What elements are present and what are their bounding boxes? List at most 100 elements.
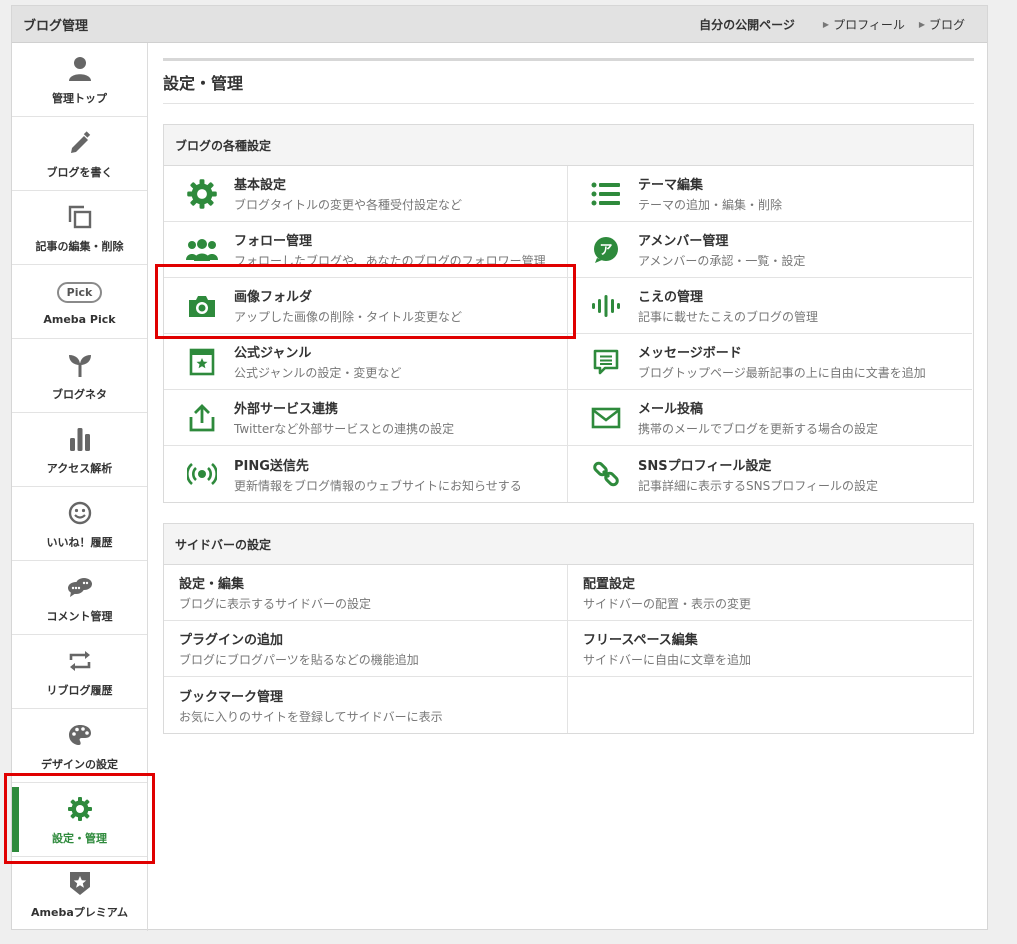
triangle-right-icon: ▶ (918, 19, 925, 29)
premium-star-icon (65, 868, 95, 898)
sidebar-item-label: Amebaプレミアム (31, 906, 128, 919)
share-upload-icon (184, 400, 220, 436)
palette-icon (65, 720, 95, 750)
sidebar-item-like-history[interactable]: いいね！履歴 (12, 487, 147, 561)
sidebar-item-ameba-premium[interactable]: Amebaプレミアム (12, 857, 147, 931)
setting-desc: サイドバーの配置・表示の変更 (583, 597, 752, 611)
main-content: 設定・管理 ブログの各種設定 基本設定ブログタイトルの変更や各種受付設定など テ… (163, 43, 974, 734)
gear-icon (184, 176, 220, 212)
setting-title: 外部サービス連携 (234, 402, 339, 417)
sidebar-item-label: Ameba Pick (43, 313, 116, 326)
sidebar-setting-add-plugin[interactable]: プラグインの追加 ブログにブログパーツを貼るなどの機能追加 (164, 621, 568, 677)
setting-title: SNSプロフィール設定 (638, 458, 772, 474)
sidebar-item-label: ブログネタ (52, 387, 107, 401)
setting-ping[interactable]: PING送信先 更新情報をブログ情報のウェブサイトにお知らせする (164, 446, 568, 502)
setting-desc: ブログタイトルの変更や各種受付設定など (234, 198, 463, 212)
sidebar-item-label: アクセス解析 (46, 461, 113, 475)
setting-message-board[interactable]: メッセージボード ブログトップページ最新記事の上に自由に文書を追加 (568, 334, 972, 390)
top-links: 自分の公開ページ ▶ プロフィール ▶ ブログ (699, 16, 965, 33)
setting-desc: アメンバーの承認・一覧・設定 (638, 254, 806, 268)
empty-cell (568, 677, 972, 733)
setting-title: 公式ジャンル (234, 346, 312, 361)
active-indicator (12, 787, 19, 852)
smile-icon (65, 498, 95, 528)
setting-basic[interactable]: 基本設定ブログタイトルの変更や各種受付設定など (164, 166, 568, 222)
bar-chart-icon (65, 424, 95, 454)
setting-sns-profile[interactable]: SNSプロフィール設定記事詳細に表示するSNSプロフィールの設定 (568, 446, 972, 502)
sidebar-settings-grid: 設定・編集ブログに表示するサイドバーの設定 配置設定サイドバーの配置・表示の変更… (164, 565, 973, 733)
sidebar-item-label: ブログを書く (46, 165, 113, 179)
camera-icon (184, 288, 220, 324)
sidebar-item-label: 管理トップ (52, 91, 107, 105)
sidebar-item-edit-articles[interactable]: 記事の編集・削除 (12, 191, 147, 265)
setting-title: 基本設定 (234, 178, 287, 193)
setting-official-genre[interactable]: 公式ジャンル公式ジャンルの設定・変更など (164, 334, 568, 390)
sidebar-item-access-analysis[interactable]: アクセス解析 (12, 413, 147, 487)
blog-link[interactable]: ▶ ブログ (919, 16, 965, 33)
setting-desc: 携帯のメールでブログを更新する場合の設定 (638, 422, 879, 436)
list-icon (588, 176, 624, 212)
sidebar-item-reblog-history[interactable]: リブログ履歴 (12, 635, 147, 709)
profile-link[interactable]: ▶ プロフィール (823, 16, 905, 33)
setting-follow-manage[interactable]: フォロー管理 フォローしたブログや、あなたのブログのフォロワー管理 (164, 222, 568, 278)
setting-desc: Twitterなど外部サービスとの連携の設定 (234, 422, 455, 436)
setting-title: フリースペース編集 (583, 633, 698, 648)
section-heading: ブログの各種設定 (164, 125, 973, 166)
setting-desc: 記事詳細に表示するSNSプロフィールの設定 (638, 478, 878, 493)
page-title: 設定・管理 (163, 58, 974, 104)
top-bar: ブログ管理 自分の公開ページ ▶ プロフィール ▶ ブログ (12, 6, 987, 43)
sidebar-item-ameba-pick[interactable]: Pick Ameba Pick (12, 265, 147, 339)
setting-amember-manage[interactable]: ア アメンバー管理アメンバーの承認・一覧・設定 (568, 222, 972, 278)
sidebar-item-admin-top[interactable]: 管理トップ (12, 43, 147, 117)
chat-icon (65, 572, 95, 602)
svg-text:ア: ア (599, 243, 612, 258)
sidebar-item-label: コメント管理 (46, 609, 113, 623)
sidebar-item-blog-neta[interactable]: ブログネタ (12, 339, 147, 413)
pick-badge: Pick (56, 281, 103, 303)
sidebar-item-write-blog[interactable]: ブログを書く (12, 117, 147, 191)
setting-title: アメンバー管理 (638, 234, 729, 249)
setting-title: プラグインの追加 (179, 633, 284, 648)
section-heading: サイドバーの設定 (164, 524, 973, 565)
my-page-link[interactable]: 自分の公開ページ (699, 16, 795, 33)
sidebar-item-settings-manage[interactable]: 設定・管理 (12, 783, 147, 857)
setting-title: テーマ編集 (638, 178, 704, 193)
setting-desc: ブログに表示するサイドバーの設定 (179, 597, 372, 611)
sidebar-item-design-settings[interactable]: デザインの設定 (12, 709, 147, 783)
sidebar-setting-layout[interactable]: 配置設定サイドバーの配置・表示の変更 (568, 565, 972, 621)
person-icon (65, 54, 95, 84)
profile-link-label: プロフィール (833, 17, 905, 32)
setting-external-services[interactable]: 外部サービス連携 Twitterなど外部サービスとの連携の設定 (164, 390, 568, 446)
sidebar-setting-bookmark[interactable]: ブックマーク管理 お気に入りのサイトを登録してサイドバーに表示 (164, 677, 568, 733)
setting-image-folder[interactable]: 画像フォルダ アップした画像の削除・タイトル変更など (164, 278, 568, 334)
setting-title: 設定・編集 (179, 577, 245, 592)
setting-title: 配置設定 (583, 577, 636, 592)
setting-title: フォロー管理 (234, 234, 313, 249)
setting-desc: テーマの追加・編集・削除 (638, 198, 783, 212)
link-icon (588, 456, 624, 492)
amember-icon: ア (588, 232, 624, 268)
setting-desc: お気に入りのサイトを登録してサイドバーに表示 (179, 709, 443, 724)
setting-desc: 公式ジャンルの設定・変更など (234, 366, 402, 380)
app-title: ブログ管理 (23, 18, 89, 34)
sidebar-item-label: いいね！履歴 (46, 535, 113, 549)
ping-signal-icon (184, 456, 220, 492)
blog-link-label: ブログ (928, 17, 965, 32)
sidebar-item-comment-manage[interactable]: コメント管理 (12, 561, 147, 635)
voice-wave-icon (588, 288, 624, 324)
sidebar-settings-section: サイドバーの設定 設定・編集ブログに表示するサイドバーの設定 配置設定サイドバー… (163, 523, 974, 734)
sidebar-item-label: リブログ履歴 (46, 683, 113, 697)
sidebar-item-label: デザインの設定 (41, 757, 118, 771)
setting-mail-post[interactable]: メール投稿 携帯のメールでブログを更新する場合の設定 (568, 390, 972, 446)
setting-title: メッセージボード (638, 346, 742, 361)
sidebar-item-label: 設定・管理 (52, 831, 107, 845)
blog-settings-grid: 基本設定ブログタイトルの変更や各種受付設定など テーマ編集テーマの追加・編集・削… (164, 166, 973, 502)
reblog-icon (65, 646, 95, 676)
sidebar-setting-free-space[interactable]: フリースペース編集 サイドバーに自由に文章を追加 (568, 621, 972, 677)
sidebar-setting-edit[interactable]: 設定・編集ブログに表示するサイドバーの設定 (164, 565, 568, 621)
setting-voice-manage[interactable]: こえの管理 記事に載せたこえのブログの管理 (568, 278, 972, 334)
mail-icon (588, 400, 624, 436)
setting-theme-edit[interactable]: テーマ編集テーマの追加・編集・削除 (568, 166, 972, 222)
genre-star-icon (184, 344, 220, 380)
sprout-icon (65, 350, 95, 380)
